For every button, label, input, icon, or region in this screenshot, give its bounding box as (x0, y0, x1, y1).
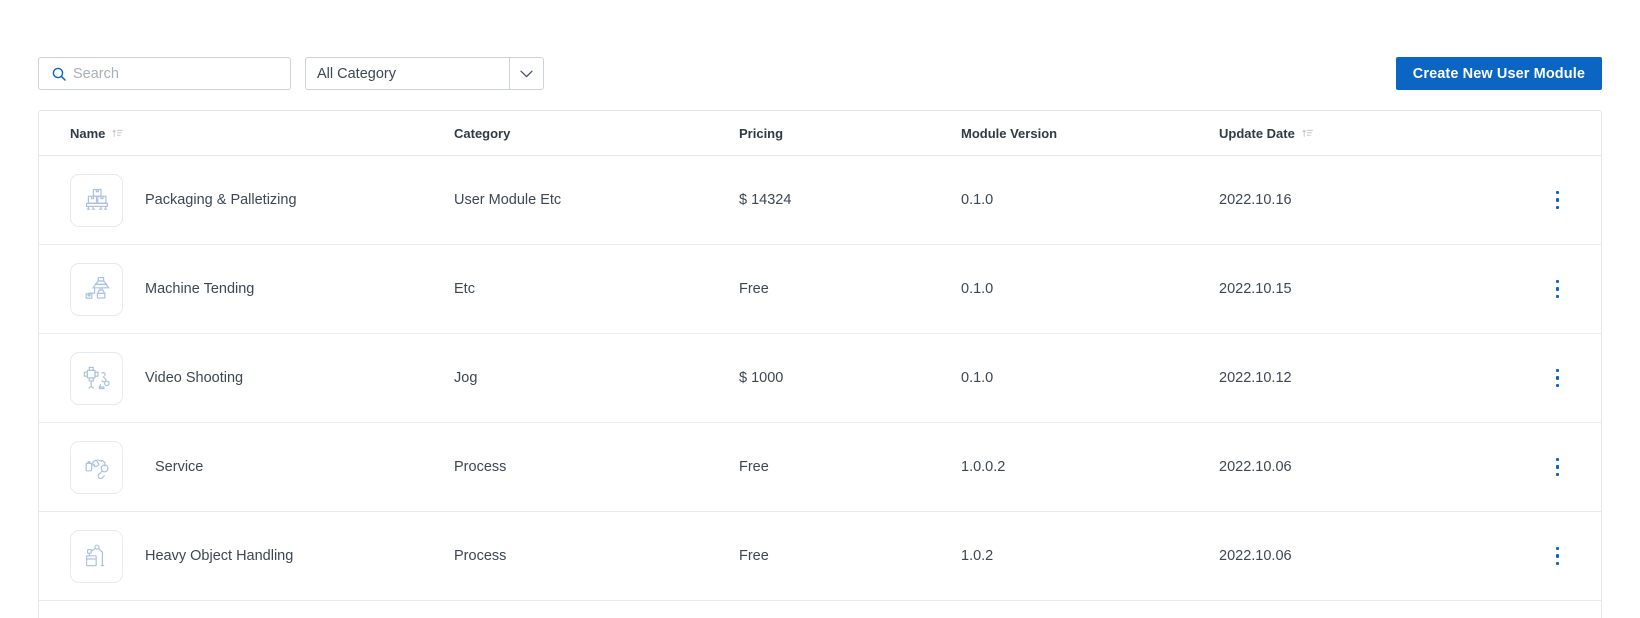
row-name-cell: Service (39, 440, 454, 494)
user-module-table: Name Category Pricing Module Version Upd… (38, 110, 1602, 618)
sort-icon[interactable] (112, 126, 124, 141)
kebab-menu-icon[interactable] (1469, 454, 1601, 481)
search-icon (52, 67, 66, 81)
row-pricing: $ 14324 (739, 192, 792, 208)
column-header-name-label: Name (70, 125, 106, 141)
heavy-object-handling-icon (70, 529, 123, 583)
video-shooting-icon (70, 351, 123, 405)
column-header-category: Category (454, 126, 739, 141)
kebab-dots (1550, 187, 1566, 214)
row-update-date: 2022.10.12 (1219, 370, 1292, 386)
column-header-module-version-label: Module Version (961, 125, 1058, 141)
table-row[interactable]: Heavy Object Handling Process Free 1.0.2… (39, 512, 1601, 601)
row-pricing: Free (739, 281, 769, 297)
category-filter-select[interactable]: All Category (305, 57, 544, 90)
user-module-list-page: All Category Create New User Module Name (0, 0, 1640, 618)
create-new-user-module-button[interactable]: Create New User Module (1395, 57, 1602, 90)
row-pricing: $ 1000 (739, 370, 784, 386)
row-name-label: Service (155, 459, 204, 475)
search-box[interactable] (38, 57, 291, 90)
table-row[interactable]: Video Shooting Jog $ 1000 0.1.0 2022.10.… (39, 334, 1601, 423)
column-header-update-date-label: Update Date (1219, 125, 1295, 141)
column-header-module-version: Module Version (961, 126, 1219, 141)
row-module-version: 1.0.0.2 (961, 459, 1006, 475)
row-module-version: 0.1.0 (961, 192, 994, 208)
row-update-date: 2022.10.16 (1219, 192, 1292, 208)
search-input[interactable] (39, 58, 290, 89)
row-name-cell: Video Shooting (39, 351, 454, 405)
row-update-date: 2022.10.15 (1219, 281, 1292, 297)
row-pricing: Free (739, 548, 769, 564)
toolbar: All Category Create New User Module (38, 57, 1602, 90)
machine-tending-icon (70, 262, 123, 316)
row-module-version: 0.1.0 (961, 370, 994, 386)
kebab-dots (1550, 543, 1566, 570)
kebab-menu-icon[interactable] (1469, 543, 1601, 570)
column-header-name[interactable]: Name (39, 126, 454, 141)
table-row[interactable]: Service Process Free 1.0.0.2 2022.10.06 (39, 423, 1601, 512)
category-filter-value: All Category (317, 65, 396, 82)
row-category: Jog (454, 370, 478, 386)
table-row[interactable]: Machine Tending Etc Free 0.1.0 2022.10.1… (39, 245, 1601, 334)
kebab-dots (1550, 276, 1566, 303)
kebab-dots (1550, 454, 1566, 481)
table-header-row: Name Category Pricing Module Version Upd… (39, 111, 1601, 156)
row-category: Etc (454, 281, 475, 297)
row-category: Process (454, 548, 507, 564)
row-name-cell: Machine Tending (39, 262, 454, 316)
column-header-category-label: Category (454, 125, 511, 141)
row-name-cell: Packaging & Palletizing (39, 173, 454, 227)
column-header-update-date[interactable]: Update Date (1219, 126, 1469, 141)
table-row[interactable]: Packaging & Palletizing User Module Etc … (39, 156, 1601, 245)
row-name-label: Heavy Object Handling (145, 548, 294, 564)
kebab-menu-icon[interactable] (1469, 365, 1601, 392)
chevron-down-icon[interactable] (509, 58, 543, 89)
sort-icon[interactable] (1302, 126, 1313, 141)
row-category: User Module Etc (454, 192, 562, 208)
pallet-boxes-icon (70, 173, 123, 227)
kebab-menu-icon[interactable] (1469, 276, 1601, 303)
kebab-menu-icon[interactable] (1469, 187, 1601, 214)
robot-arm-service-icon (70, 440, 123, 494)
row-name-label: Video Shooting (145, 370, 244, 386)
row-module-version: 0.1.0 (961, 281, 994, 297)
row-pricing: Free (739, 459, 769, 475)
row-update-date: 2022.10.06 (1219, 459, 1292, 475)
row-module-version: 1.0.2 (961, 548, 994, 564)
row-name-cell: Heavy Object Handling (39, 529, 454, 583)
row-name-label: Packaging & Palletizing (145, 192, 297, 208)
row-name-label: Machine Tending (145, 281, 255, 297)
row-update-date: 2022.10.06 (1219, 548, 1292, 564)
column-header-pricing-label: Pricing (739, 125, 784, 141)
column-header-pricing: Pricing (739, 126, 961, 141)
row-category: Process (454, 459, 507, 475)
kebab-dots (1550, 365, 1566, 392)
